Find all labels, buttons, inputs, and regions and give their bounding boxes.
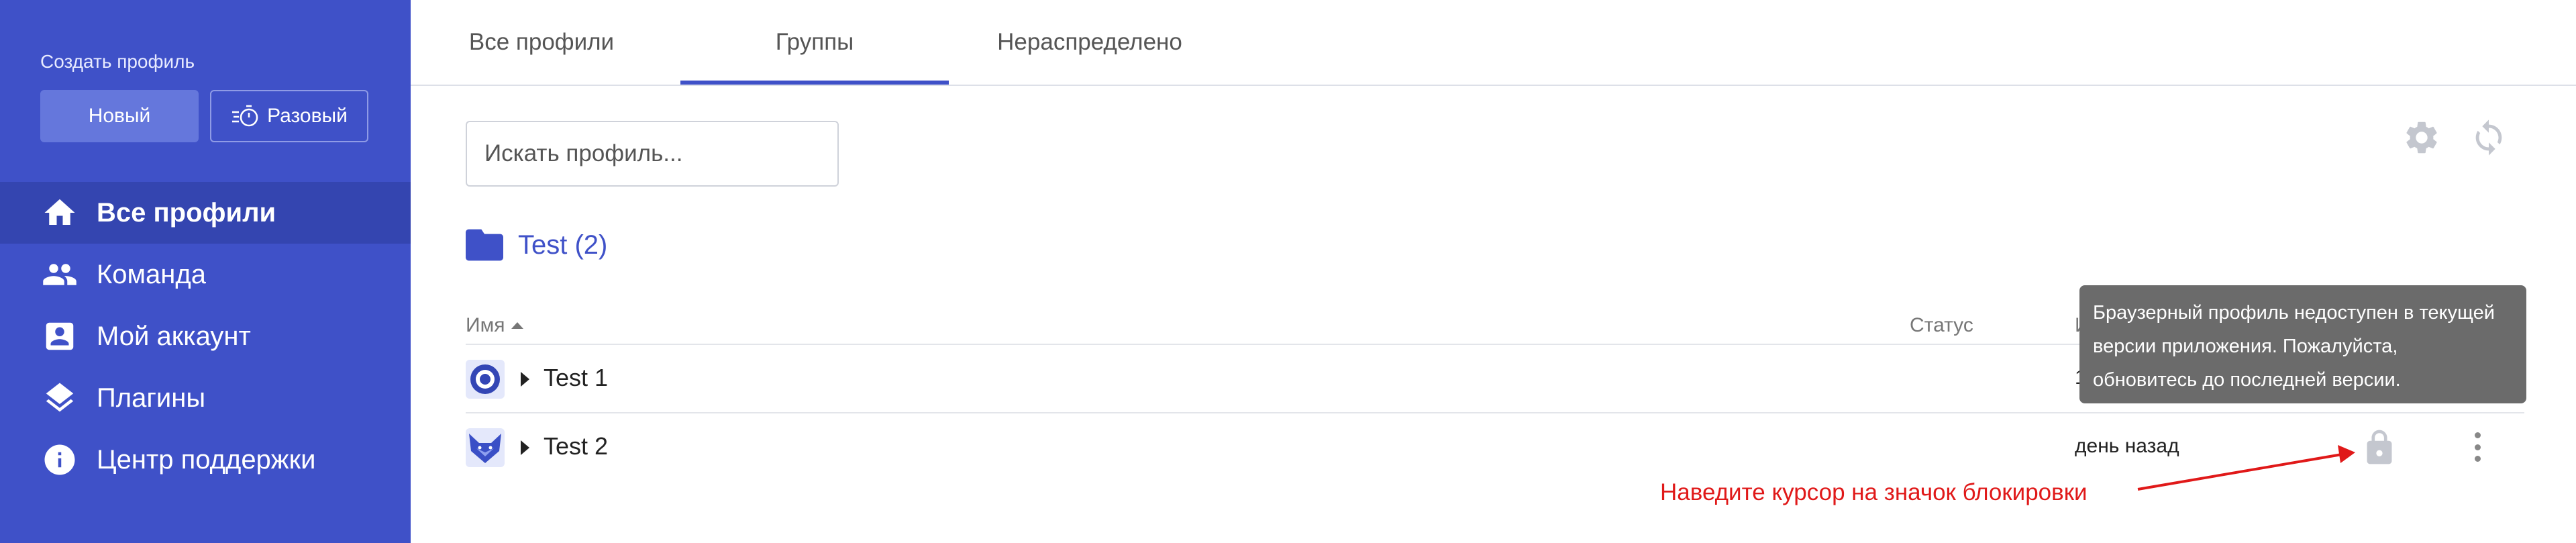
- tab-all-profiles[interactable]: Все профили: [444, 0, 639, 85]
- gear-icon: [2406, 121, 2437, 154]
- sidebar-item-label: Центр поддержки: [97, 444, 316, 475]
- column-header-status[interactable]: Статус: [1910, 314, 1973, 337]
- profile-name[interactable]: Test 2: [544, 432, 608, 460]
- sidebar-item-label: Плагины: [97, 383, 206, 413]
- create-profile-label: Создать профиль: [40, 51, 195, 72]
- one-time-label: Разовый: [267, 105, 348, 127]
- tooltip-line: обновитесь до последней версии.: [2093, 369, 2401, 391]
- column-header-name[interactable]: Имя: [466, 314, 524, 337]
- layers-icon: [40, 379, 79, 417]
- sync-icon: [2475, 119, 2502, 156]
- tab-unassigned[interactable]: Нераспределено: [956, 0, 1224, 85]
- fox-icon: [466, 428, 505, 467]
- sidebar-item-team[interactable]: Команда: [0, 244, 411, 305]
- tab-groups[interactable]: Группы: [680, 0, 949, 85]
- sidebar-item-label: Команда: [97, 259, 206, 289]
- lock-tooltip: Браузерный профиль недоступен в текущей …: [2079, 285, 2526, 403]
- sidebar-item-my-account[interactable]: Мой аккаунт: [0, 305, 411, 367]
- expand-caret-icon[interactable]: [521, 372, 529, 387]
- sidebar-item-support[interactable]: Центр поддержки: [0, 429, 411, 491]
- folder-icon: [466, 229, 503, 261]
- home-icon: [40, 193, 79, 232]
- tooltip-line: версии приложения. Пожалуйста,: [2093, 336, 2398, 357]
- orbita-icon: [466, 360, 505, 399]
- tooltip-line: Браузерный профиль недоступен в текущей: [2093, 302, 2495, 324]
- timer-icon: [232, 105, 258, 127]
- sidebar-item-all-profiles[interactable]: Все профили: [0, 182, 411, 244]
- group-header[interactable]: Test (2): [466, 225, 607, 265]
- account-box-icon: [40, 317, 79, 356]
- sidebar-item-plugins[interactable]: Плагины: [0, 367, 411, 429]
- search-input[interactable]: [466, 121, 839, 187]
- column-name-label: Имя: [466, 314, 505, 336]
- info-icon: [40, 440, 79, 479]
- sidebar-item-label: Мой аккаунт: [97, 321, 251, 351]
- profile-last-updated: день назад: [2075, 435, 2179, 457]
- lock-icon[interactable]: [2361, 427, 2401, 467]
- table-row[interactable]: Test 2 день назад: [466, 413, 2524, 481]
- profile-name[interactable]: Test 1: [544, 364, 608, 392]
- people-icon: [40, 255, 79, 294]
- annotation-text: Наведите курсор на значок блокировки: [1660, 479, 2088, 505]
- sidebar: Создать профиль Новый Разовый Все профил…: [0, 0, 411, 543]
- active-tab-indicator: [680, 81, 949, 85]
- sidebar-nav: Все профили Команда Мой аккаунт Плагины: [0, 182, 411, 491]
- settings-button[interactable]: [2398, 114, 2445, 161]
- tab-bar: Все профили Группы Нераспределено: [411, 0, 2576, 86]
- sync-button[interactable]: [2465, 114, 2512, 161]
- expand-caret-icon[interactable]: [521, 440, 529, 455]
- one-time-profile-button[interactable]: Разовый: [210, 90, 368, 142]
- row-menu-button[interactable]: [2464, 428, 2491, 466]
- new-profile-button[interactable]: Новый: [40, 90, 199, 142]
- sidebar-item-label: Все профили: [97, 197, 276, 228]
- sort-ascending-icon: [511, 322, 524, 329]
- group-title: Test (2): [518, 230, 608, 260]
